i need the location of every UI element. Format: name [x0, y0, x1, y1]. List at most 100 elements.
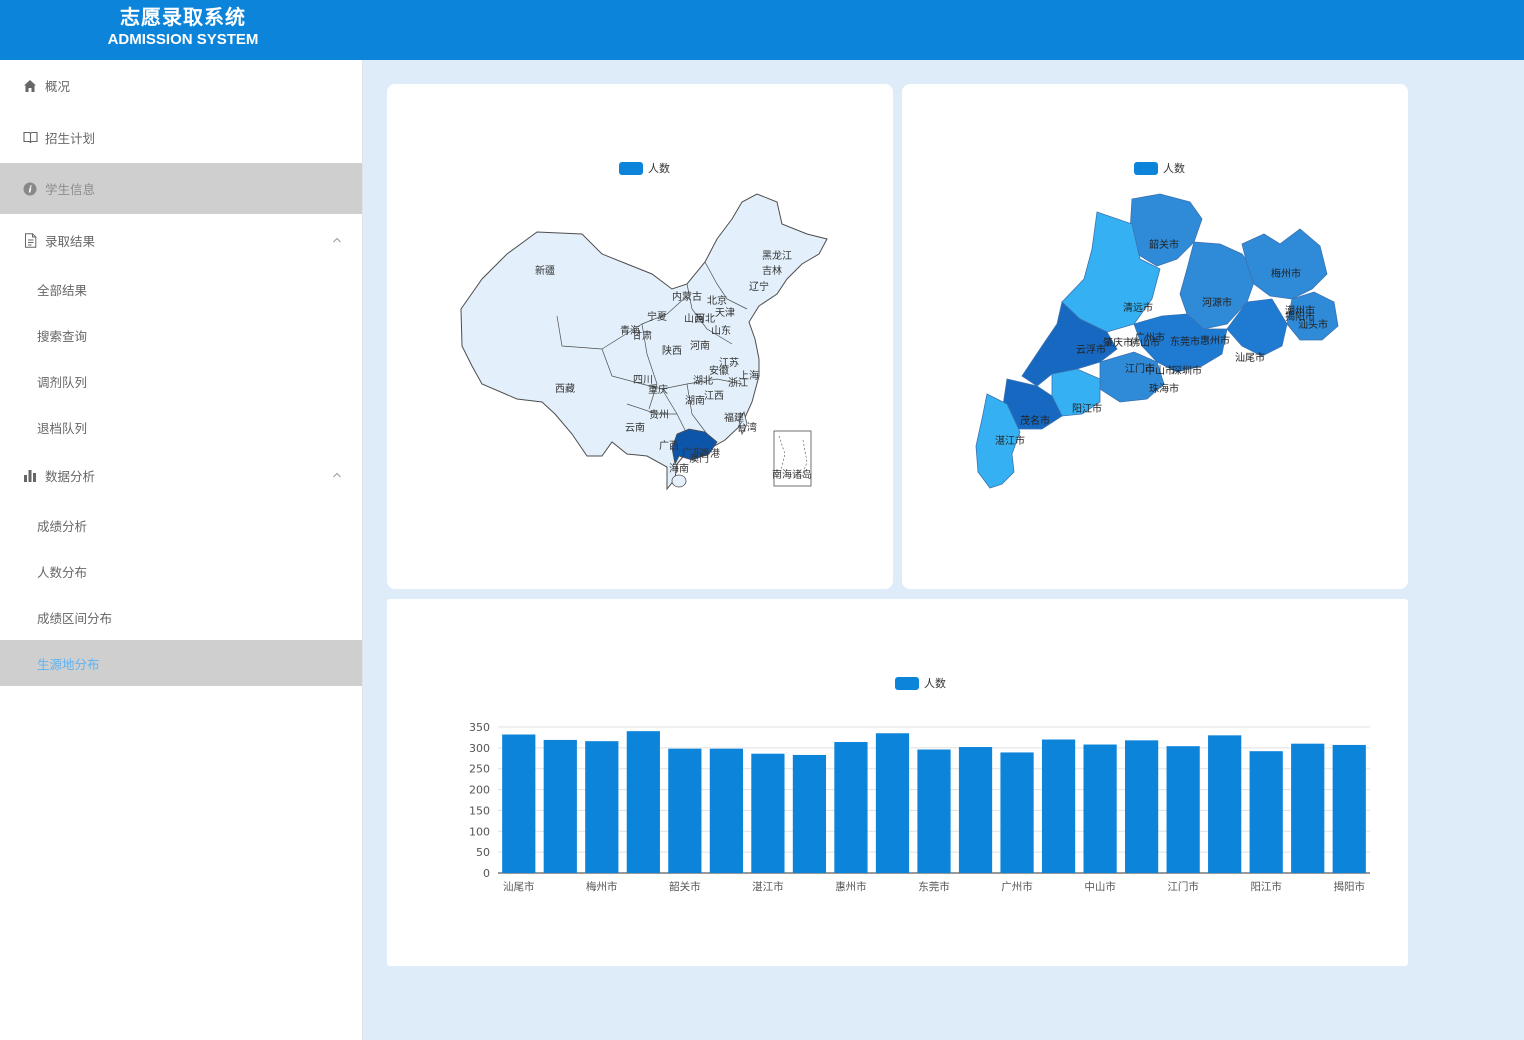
china-map-label: 广西 — [659, 440, 679, 452]
bar-肇庆市[interactable] — [1041, 739, 1076, 873]
y-tick-label: 50 — [476, 846, 490, 859]
document-icon — [22, 233, 38, 249]
china-map-label: 北京 — [707, 294, 727, 307]
x-tick-label: 揭阳市 — [1333, 880, 1365, 893]
brand: 志愿录取系统 ADMISSION SYSTEM — [0, 4, 366, 50]
book-icon — [22, 130, 38, 146]
bar-揭阳市[interactable] — [1332, 744, 1366, 873]
guangdong-map-label: 佛山市 — [1130, 336, 1160, 349]
bar-chart-icon — [22, 468, 38, 484]
guangdong-map-label: 阳江市 — [1072, 402, 1102, 415]
sidebar-item-label: 招生计划 — [45, 131, 96, 146]
china-map-label: 山西 — [684, 313, 704, 325]
sidebar-subitem-all-results[interactable]: 全部结果 — [0, 266, 362, 312]
bar-惠州市[interactable] — [834, 742, 868, 873]
bar-chart-card: 人数 0 50 100 150 200 250 300 350 汕尾市 梅州市 韶关市 湛江市 惠州市东… — [387, 599, 1408, 966]
china-map-label: 河南 — [690, 339, 710, 352]
x-tick-label: 东莞市 — [918, 880, 950, 893]
sidebar-subitem-origin-distribution[interactable]: 生源地分布 — [0, 640, 362, 686]
sidebar-subitem-search[interactable]: 搜索查询 — [0, 312, 362, 358]
guangdong-map-label: 惠州市 — [1200, 334, 1230, 347]
guangdong-map-label: 深圳市 — [1172, 364, 1202, 377]
china-map-label: 天津 — [715, 307, 735, 319]
bar-阳江市[interactable] — [1249, 751, 1283, 873]
guangdong-map-label: 珠海市 — [1149, 382, 1179, 395]
bar-韶关市[interactable] — [668, 748, 702, 873]
guangdong-map-label: 茂名市 — [1020, 414, 1050, 427]
y-tick-label: 250 — [469, 763, 490, 776]
bar-珠海市[interactable] — [1125, 740, 1159, 873]
china-map-card: 人数 新疆 西藏 青海 甘肃 宁夏 内蒙古 黑龙江 吉林 辽宁 北京 天津 河北 山西 山东 陕西 河南 江苏安… — [387, 84, 893, 589]
china-map-label: 湖南 — [685, 394, 705, 407]
bar-茂名市[interactable] — [792, 754, 827, 873]
chevron-up-icon — [332, 467, 342, 482]
bar-东莞市[interactable] — [917, 749, 951, 873]
y-tick-label: 200 — [469, 784, 490, 797]
x-tick-label: 江门市 — [1167, 880, 1199, 893]
bar-清远市[interactable] — [709, 748, 743, 873]
sidebar-item-admission-results[interactable]: 录取结果 — [0, 215, 362, 266]
china-map-label: 海南 — [669, 462, 689, 475]
sidebar-item-data-analysis[interactable]: 数据分析 — [0, 450, 362, 501]
bar-中山市[interactable] — [1083, 744, 1117, 873]
china-map-label: 甘肃 — [632, 329, 652, 342]
y-tick-label: 350 — [469, 721, 490, 734]
sidebar-subitem-score-analysis[interactable]: 成绩分析 — [0, 502, 362, 548]
x-tick-label: 汕尾市 — [503, 880, 535, 893]
china-map-label: 黑龙江 — [762, 249, 792, 262]
bar-云浮市[interactable] — [1208, 735, 1242, 873]
china-map-label: 陕西 — [662, 344, 682, 357]
bar-河源市[interactable] — [626, 731, 660, 873]
china-map-label: 湖北 — [693, 375, 713, 387]
china-map-label: 内蒙古 — [672, 290, 702, 303]
china-map-label: 南海诸岛 — [772, 468, 812, 481]
x-tick-label: 梅州市 — [586, 880, 618, 893]
china-map-label: 澳门 — [689, 452, 709, 465]
y-tick-label: 0 — [483, 867, 490, 880]
china-map-label: 江西 — [704, 390, 724, 402]
hainan-region — [671, 474, 687, 488]
china-map-label: 云南 — [625, 421, 645, 434]
sidebar-subitem-count-distribution[interactable]: 人数分布 — [0, 548, 362, 594]
guangdong-map-label: 云浮市 — [1076, 343, 1106, 356]
bar-汕头市[interactable] — [1291, 743, 1325, 873]
bar-佛山市[interactable] — [958, 747, 993, 873]
x-tick-label: 韶关市 — [669, 880, 701, 893]
china-map[interactable]: 新疆西藏青海甘肃宁夏内蒙古黑龙江吉林辽宁北京天津河北山西山东陕西 河南江苏安徽 上海… — [387, 84, 893, 589]
home-icon — [22, 78, 38, 94]
y-tick-label: 300 — [469, 742, 490, 755]
china-map-label: 山东 — [711, 324, 731, 337]
bar-湛江市[interactable] — [751, 753, 785, 873]
china-map-label: 辽宁 — [749, 280, 769, 293]
sidebar-item-overview[interactable]: 概况 — [0, 60, 362, 111]
x-tick-label: 惠州市 — [835, 880, 867, 893]
sidebar-item-label: 概况 — [45, 79, 71, 94]
china-map-label: 西藏 — [555, 383, 575, 395]
top-bar: 志愿录取系统 ADMISSION SYSTEM — [0, 0, 1524, 60]
china-map-label: 新疆 — [535, 264, 555, 277]
sidebar-item-student-info[interactable]: i 学生信息 — [0, 163, 362, 214]
bar-深圳市[interactable] — [875, 733, 910, 873]
bar-江门市[interactable] — [1166, 746, 1200, 873]
sidebar-subitem-withdraw-queue[interactable]: 退档队列 — [0, 404, 362, 450]
guangdong-map-label: 韶关市 — [1149, 238, 1179, 251]
bar-潮州市[interactable] — [543, 739, 577, 873]
guangdong-map[interactable]: 韶关市清远市 河源市梅州市潮州市揭阳市汕头市汕尾市云浮市肇庆市 广州市佛山市 东莞市惠… — [902, 84, 1408, 589]
bar-广州市[interactable] — [1000, 752, 1034, 873]
guangdong-map-label: 梅州市 — [1271, 267, 1301, 280]
x-tick-label: 广州市 — [1001, 880, 1033, 893]
guangdong-map-label: 东莞市 — [1170, 335, 1200, 348]
sidebar-item-label: 学生信息 — [45, 182, 96, 197]
brand-title-cn: 志愿录取系统 — [120, 5, 246, 29]
guangdong-map-label: 清远市 — [1123, 301, 1153, 314]
sidebar-item-label: 录取结果 — [45, 234, 96, 249]
bar-梅州市[interactable] — [585, 741, 619, 873]
info-icon: i — [22, 181, 38, 197]
bar-汕尾市[interactable] — [502, 734, 536, 873]
guangdong-map-label: 河源市 — [1202, 296, 1232, 309]
sidebar-subitem-score-range-distribution[interactable]: 成绩区间分布 — [0, 594, 362, 640]
sidebar-subitem-adjust-queue[interactable]: 调剂队列 — [0, 358, 362, 404]
sidebar-item-enrollment-plan[interactable]: 招生计划 — [0, 112, 362, 163]
brand-title-en: ADMISSION SYSTEM — [107, 31, 259, 48]
origin-bar-chart: 0 50 100 150 200 250 300 350 汕尾市 梅州市 韶关市 湛江市 惠州市 东莞市 广… — [469, 721, 1370, 893]
